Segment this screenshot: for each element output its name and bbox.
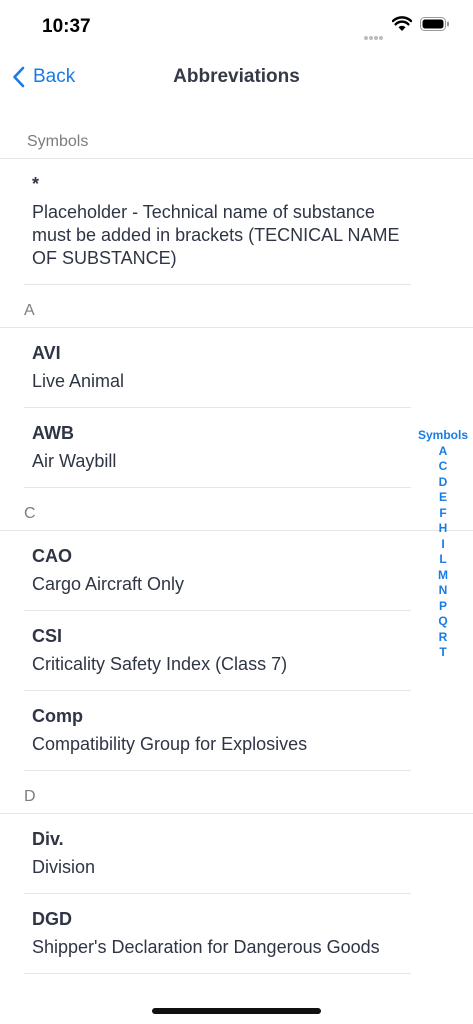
home-indicator[interactable] (152, 1008, 321, 1014)
index-item-n[interactable]: N (414, 583, 472, 599)
section-header-d: D (0, 781, 473, 814)
definition: Compatibility Group for Explosives (32, 734, 308, 754)
navigation-bar: Back Abbreviations (0, 52, 473, 100)
index-item-p[interactable]: P (414, 599, 472, 615)
abbreviation: AVI (32, 343, 61, 363)
index-item-a[interactable]: A (414, 444, 472, 460)
index-item-symbols[interactable]: Symbols (414, 428, 472, 444)
abbreviation: Comp (32, 706, 83, 726)
definition: Criticality Safety Index (Class 7) (32, 654, 288, 674)
list-item[interactable]: * Placeholder - Technical name of substa… (24, 159, 411, 285)
index-item-e[interactable]: E (414, 490, 472, 506)
index-item-q[interactable]: Q (414, 614, 472, 630)
abbreviation: Div. (32, 829, 64, 849)
list-item[interactable]: AWB Air Waybill (24, 408, 411, 488)
index-item-i[interactable]: I (414, 537, 472, 553)
wifi-icon (392, 16, 412, 31)
abbreviation-list: Symbols * Placeholder - Technical name o… (0, 126, 473, 974)
abbreviation: CAO (32, 546, 72, 566)
list-item[interactable]: AVI Live Animal (24, 328, 411, 408)
section-index[interactable]: Symbols A C D E F H I L M N P Q R T (414, 428, 472, 661)
signal-icon (364, 27, 386, 40)
section-header-a: A (0, 295, 473, 328)
abbreviation: AWB (32, 423, 74, 443)
battery-icon (420, 17, 449, 31)
index-item-m[interactable]: M (414, 568, 472, 584)
page-title: Abbreviations (173, 66, 300, 87)
section-header-symbols: Symbols (0, 126, 473, 159)
definition: Placeholder - Technical name of substanc… (32, 202, 400, 268)
abbreviation: DGD (32, 909, 72, 929)
index-item-d[interactable]: D (414, 475, 472, 491)
index-item-f[interactable]: F (414, 506, 472, 522)
definition: Air Waybill (32, 451, 117, 471)
list-item[interactable]: CSI Criticality Safety Index (Class 7) (24, 611, 411, 691)
section-header-c: C (0, 498, 473, 531)
index-item-h[interactable]: H (414, 521, 472, 537)
definition: Cargo Aircraft Only (32, 574, 185, 594)
index-item-l[interactable]: L (414, 552, 472, 568)
index-item-r[interactable]: R (414, 630, 472, 646)
definition: Shipper's Declaration for Dangerous Good… (32, 937, 380, 957)
status-time: 10:37 (42, 16, 91, 37)
abbreviation: CSI (32, 626, 63, 646)
list-item[interactable]: Comp Compatibility Group for Explosives (24, 691, 411, 771)
list-item[interactable]: CAO Cargo Aircraft Only (24, 531, 411, 611)
definition: Division (32, 857, 96, 877)
definition: Live Animal (32, 371, 125, 391)
index-item-c[interactable]: C (414, 459, 472, 475)
status-bar: 10:37 (0, 0, 473, 48)
list-item[interactable]: Div. Division (24, 814, 411, 894)
index-item-t[interactable]: T (414, 645, 472, 661)
list-item[interactable]: DGD Shipper's Declaration for Dangerous … (24, 894, 411, 974)
abbreviation: * (32, 174, 40, 194)
